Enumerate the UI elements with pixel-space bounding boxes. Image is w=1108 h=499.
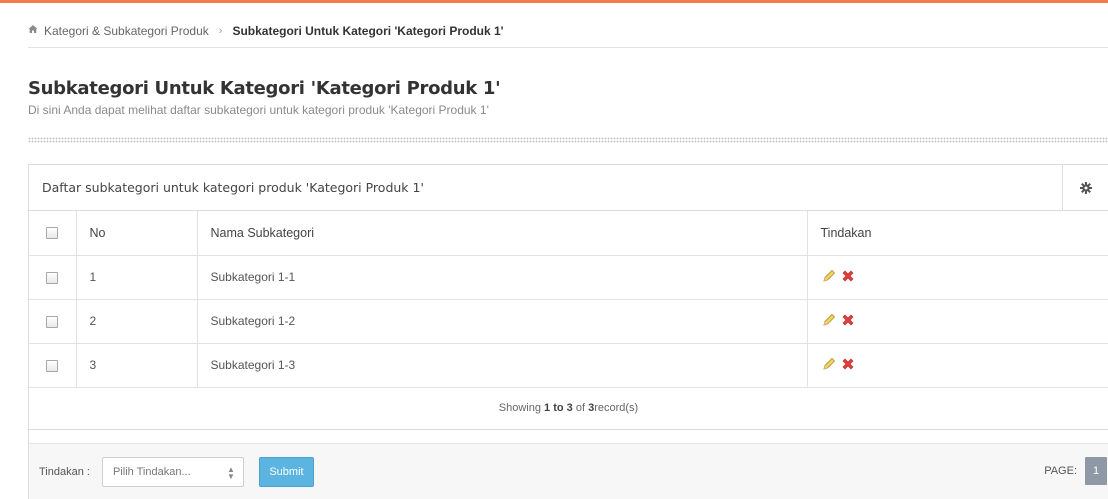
top-accent-bar <box>0 0 1108 3</box>
panel-title: Daftar subkategori untuk kategori produk… <box>42 180 424 195</box>
column-header-no[interactable]: No <box>75 211 198 256</box>
row-number: 1 <box>75 254 198 300</box>
breadcrumb-separator-icon: › <box>218 24 223 37</box>
row-checkbox[interactable] <box>46 315 59 328</box>
edit-pencil-icon[interactable] <box>821 312 837 328</box>
delete-x-icon[interactable] <box>841 269 855 283</box>
record-count: Showing 1 to 3 of 3 record(s) <box>29 388 1108 430</box>
row-checkbox[interactable] <box>46 271 59 284</box>
row-number: 2 <box>75 298 198 344</box>
bulk-action-select[interactable]: Pilih Tindakan... ▲ ▼ <box>101 456 244 487</box>
delete-x-icon[interactable] <box>841 313 855 327</box>
table-header-row: No Nama Subkategori Tindakan <box>29 211 1108 256</box>
page-subtitle: Di sini Anda dapat melihat daftar subkat… <box>28 103 489 117</box>
bulk-action-bar: Tindakan : Pilih Tindakan... ▲ ▼ Submit P… <box>29 443 1108 499</box>
row-number: 3 <box>75 342 198 388</box>
row-checkbox[interactable] <box>46 359 59 372</box>
panel-header: Daftar subkategori untuk kategori produk… <box>29 165 1108 211</box>
breadcrumb: Kategori & Subkategori Produk › Subkateg… <box>28 14 1108 48</box>
submit-button[interactable]: Submit <box>258 456 314 487</box>
page-header: Subkategori Untuk Kategori 'Kategori Pro… <box>28 78 1108 117</box>
page-title: Subkategori Untuk Kategori 'Kategori Pro… <box>28 78 501 99</box>
select-arrows-icon: ▲ ▼ <box>227 464 235 481</box>
page-label: PAGE: <box>1044 465 1077 477</box>
pagination: PAGE: 1 <box>1044 457 1107 485</box>
delete-x-icon[interactable] <box>841 357 855 371</box>
select-all-checkbox[interactable] <box>46 227 59 240</box>
row-name: Subkategori 1-1 <box>196 254 808 300</box>
table-row: 2 Subkategori 1-2 <box>29 298 1108 344</box>
row-name: Subkategori 1-2 <box>196 298 808 344</box>
breadcrumb-parent-link[interactable]: Kategori & Subkategori Produk <box>44 24 209 38</box>
edit-pencil-icon[interactable] <box>821 268 837 284</box>
record-range: 1 to 3 <box>544 402 573 414</box>
subcategory-table: No Nama Subkategori Tindakan 1 Subkatego… <box>29 211 1108 388</box>
home-icon[interactable] <box>28 24 38 37</box>
subcategory-panel: Daftar subkategori untuk kategori produk… <box>28 164 1108 499</box>
column-header-actions: Tindakan <box>806 211 1108 256</box>
table-row: 3 Subkategori 1-3 <box>29 342 1108 388</box>
bulk-action-label: Tindakan : <box>39 465 90 478</box>
table-row: 1 Subkategori 1-1 <box>29 254 1108 300</box>
row-name: Subkategori 1-3 <box>196 342 808 388</box>
dotted-divider <box>28 137 1108 143</box>
page-button-current[interactable]: 1 <box>1085 457 1107 485</box>
breadcrumb-current: Subkategori Untuk Kategori 'Kategori Pro… <box>232 23 504 38</box>
gear-icon[interactable] <box>1062 165 1108 210</box>
column-header-name[interactable]: Nama Subkategori <box>196 211 808 256</box>
edit-pencil-icon[interactable] <box>821 356 837 372</box>
